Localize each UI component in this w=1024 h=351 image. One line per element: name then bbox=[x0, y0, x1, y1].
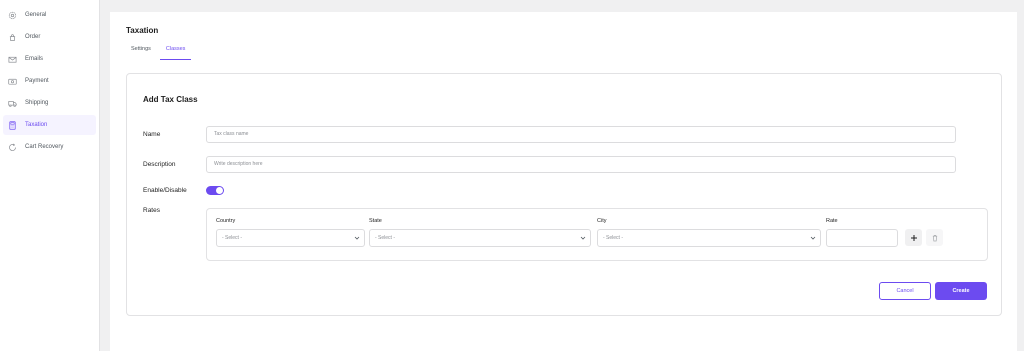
country-select-value: - Select - bbox=[222, 235, 243, 241]
sidebar-item-label: Order bbox=[25, 34, 41, 40]
city-label: City bbox=[597, 218, 607, 224]
sidebar: General Order Emails Payment Shipping Ta… bbox=[0, 0, 100, 351]
tab-classes[interactable]: Classes bbox=[159, 44, 192, 60]
enable-toggle[interactable] bbox=[206, 186, 224, 195]
city-select-value: - Select - bbox=[603, 235, 624, 241]
delete-rate-button[interactable] bbox=[926, 229, 943, 246]
sidebar-item-label: Shipping bbox=[25, 100, 49, 106]
country-select[interactable]: - Select - bbox=[216, 229, 365, 247]
sidebar-item-shipping[interactable]: Shipping bbox=[3, 93, 96, 113]
rate-input[interactable] bbox=[826, 229, 898, 247]
trash-icon bbox=[932, 234, 937, 241]
email-icon bbox=[8, 55, 17, 64]
card-title: Add Tax Class bbox=[143, 95, 198, 104]
state-label: State bbox=[369, 218, 382, 224]
chevron-down-icon bbox=[810, 236, 816, 240]
sidebar-item-label: Cart Recovery bbox=[25, 144, 64, 150]
truck-icon bbox=[8, 99, 17, 108]
name-input[interactable]: Tax class name bbox=[206, 126, 956, 143]
cart-recovery-icon bbox=[8, 143, 17, 152]
cancel-button[interactable]: Cancel bbox=[879, 282, 931, 300]
sidebar-item-order[interactable]: Order bbox=[3, 27, 96, 47]
order-icon bbox=[8, 33, 17, 42]
sidebar-item-payment[interactable]: Payment bbox=[3, 71, 96, 91]
create-button[interactable]: Create bbox=[935, 282, 987, 300]
plus-icon bbox=[910, 234, 917, 241]
sidebar-item-cart-recovery[interactable]: Cart Recovery bbox=[3, 137, 96, 157]
add-rate-button[interactable] bbox=[905, 229, 922, 246]
description-input[interactable]: Write description here bbox=[206, 156, 956, 173]
payment-icon bbox=[8, 77, 17, 86]
sidebar-item-general[interactable]: General bbox=[3, 5, 96, 25]
state-select-value: - Select - bbox=[375, 235, 396, 241]
taxation-icon bbox=[8, 120, 17, 130]
state-select[interactable]: - Select - bbox=[369, 229, 591, 247]
sidebar-item-label: General bbox=[25, 12, 47, 18]
enable-disable-label: Enable/Disable bbox=[143, 187, 187, 194]
gear-icon bbox=[8, 11, 17, 20]
description-label: Description bbox=[143, 161, 176, 168]
add-tax-class-card: Add Tax Class Name Tax class name Descri… bbox=[126, 73, 1002, 316]
chevron-down-icon bbox=[580, 236, 586, 240]
country-label: Country bbox=[216, 218, 236, 224]
tab-settings[interactable]: Settings bbox=[126, 44, 156, 60]
rates-box: Country - Select - State - Select - City… bbox=[206, 208, 988, 261]
sidebar-item-label: Taxation bbox=[25, 122, 48, 128]
name-label: Name bbox=[143, 131, 161, 138]
sidebar-item-taxation[interactable]: Taxation bbox=[3, 115, 96, 135]
toggle-knob bbox=[216, 187, 223, 194]
chevron-down-icon bbox=[354, 236, 360, 240]
rate-label: Rate bbox=[826, 218, 838, 224]
tab-bar: Settings Classes bbox=[126, 44, 192, 60]
sidebar-item-label: Emails bbox=[25, 56, 44, 62]
rates-label: Rates bbox=[143, 207, 160, 214]
city-select[interactable]: - Select - bbox=[597, 229, 821, 247]
sidebar-item-label: Payment bbox=[25, 78, 49, 84]
page-title: Taxation bbox=[126, 26, 159, 35]
sidebar-item-emails[interactable]: Emails bbox=[3, 49, 96, 69]
main-panel: Taxation Settings Classes Add Tax Class … bbox=[110, 12, 1017, 351]
